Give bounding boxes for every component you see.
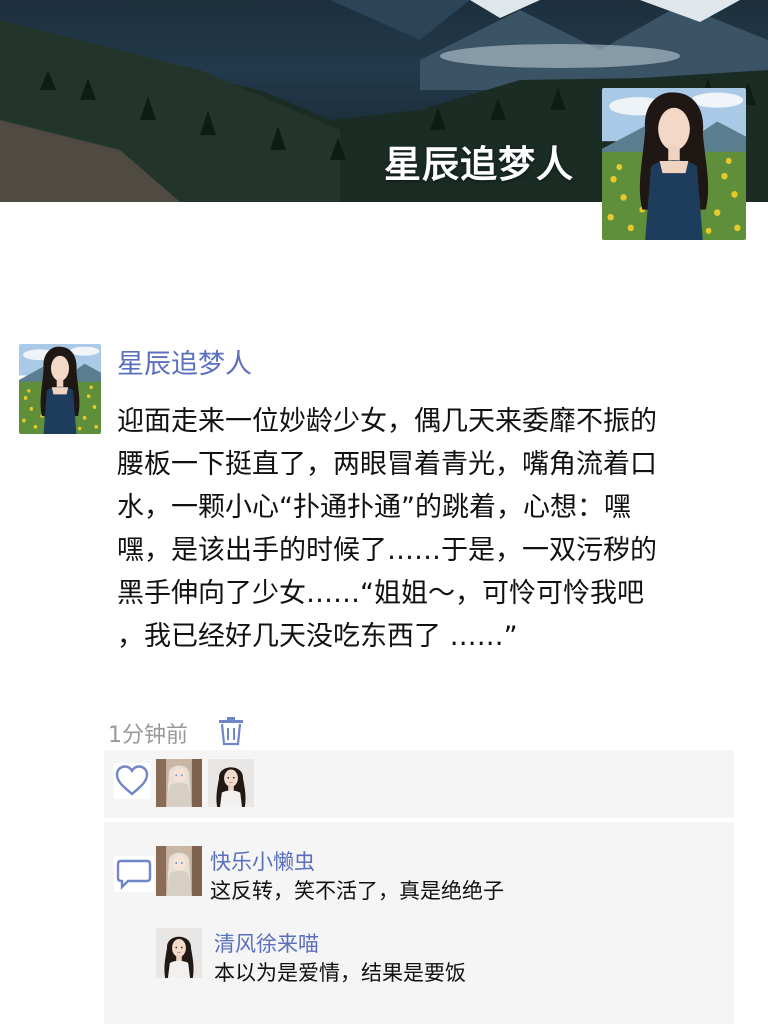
post-text-line: 黑手伸向了少女……“姐姐～，可怜可怜我吧 bbox=[117, 578, 644, 609]
comment-author[interactable]: 清风徐来喵 bbox=[214, 928, 319, 958]
post-text: 迎面走来一位妙龄少女，偶几天来委靡不振的 腰板一下挺直了，两眼冒着青光，嘴角流着… bbox=[117, 400, 727, 658]
post-author-name[interactable]: 星辰追梦人 bbox=[117, 342, 252, 381]
post-author-avatar[interactable] bbox=[19, 344, 101, 434]
profile-name: 星辰追梦人 bbox=[384, 143, 574, 186]
post-text-line: ，我已经好几天没吃东西了 ……” bbox=[117, 621, 518, 652]
comment-author[interactable]: 快乐小懒虫 bbox=[210, 846, 315, 876]
post-text-line: 迎面走来一位妙龄少女，偶几天来委靡不振的 bbox=[117, 406, 657, 437]
like-user-avatar[interactable] bbox=[156, 759, 202, 807]
heart-icon[interactable] bbox=[114, 763, 150, 799]
comment-avatar[interactable] bbox=[156, 928, 202, 978]
profile-avatar[interactable] bbox=[602, 88, 746, 240]
comment-text: 这反转，笑不活了，真是绝绝子 bbox=[210, 879, 504, 903]
post-text-line: 水，一颗小心“扑通扑通”的跳着，心想：嘿 bbox=[117, 492, 631, 523]
post-timestamp: 1分钟前 bbox=[108, 723, 188, 748]
post-text-line: 腰板一下挺直了，两眼冒着青光，嘴角流着口 bbox=[117, 449, 657, 480]
comment-text: 本以为是爱情，结果是要饭 bbox=[214, 961, 466, 985]
delete-icon[interactable] bbox=[218, 716, 244, 746]
like-user-avatar[interactable] bbox=[208, 759, 254, 807]
post-text-line: 嘿，是该出手的时候了……于是，一双污秽的 bbox=[117, 535, 657, 566]
comments-panel: 快乐小懒虫 这反转，笑不活了，真是绝绝子 清风徐来喵 本以为是爱情，结果是要饭 bbox=[104, 822, 734, 1024]
comment-avatar[interactable] bbox=[156, 846, 202, 896]
likes-panel bbox=[104, 750, 734, 818]
comment-bubble-icon[interactable] bbox=[114, 856, 154, 892]
